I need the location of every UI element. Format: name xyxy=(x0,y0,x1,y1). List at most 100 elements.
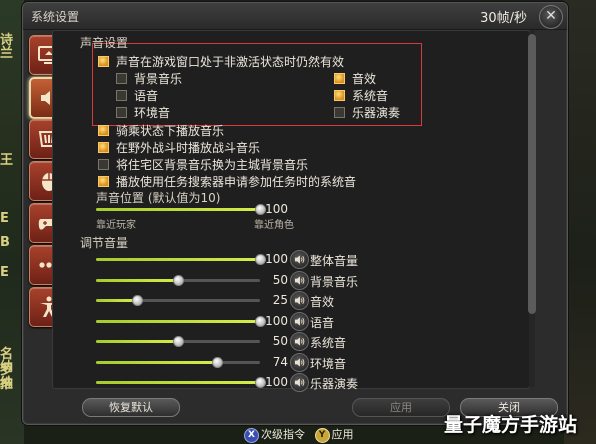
close-icon[interactable]: ✕ xyxy=(539,5,563,29)
slider-value: 100 xyxy=(265,252,288,266)
slider-track[interactable] xyxy=(96,356,260,368)
checkbox-unchecked[interactable] xyxy=(116,107,127,118)
field-battle-music-checkbox[interactable]: 在野外战斗时播放战斗音乐 xyxy=(98,139,260,156)
sound-settings-heading: 声音设置 xyxy=(80,36,129,50)
mute-toggle[interactable] xyxy=(290,291,309,310)
slider-label: 整体音量 xyxy=(310,254,359,268)
speaker-icon xyxy=(294,296,305,305)
y-button-icon: Y xyxy=(314,427,330,443)
controller-hint-bar: X 次级指令 Y 应用 xyxy=(244,426,354,443)
slider-fill xyxy=(96,381,260,384)
background-text: 诗兰 xyxy=(0,33,14,61)
volume-slider-row[interactable]: 100 语音 xyxy=(96,311,416,331)
checkbox-checked[interactable] xyxy=(98,125,109,136)
mute-toggle[interactable] xyxy=(290,311,309,331)
inactive-voice-checkbox[interactable]: 语音 xyxy=(116,87,158,104)
background-scene-left: 诗兰 王 E B E 名纳 罗纳 推 xyxy=(0,0,24,444)
background-scene-right xyxy=(564,0,596,444)
slider-track[interactable] xyxy=(96,254,266,265)
speaker-icon xyxy=(294,255,305,264)
x-button-icon: X xyxy=(244,427,259,443)
speaker-icon xyxy=(294,337,305,346)
option-label: 环境音 xyxy=(134,106,171,120)
checkbox-checked[interactable] xyxy=(98,142,109,153)
volume-slider-row[interactable]: 25 音效 xyxy=(96,291,416,310)
checkbox-unchecked[interactable] xyxy=(334,107,345,118)
checkbox-unchecked[interactable] xyxy=(116,73,127,84)
slider-track[interactable] xyxy=(96,336,260,347)
inactive-window-sound-checkbox[interactable]: 声音在游戏窗口处于非激活状态时仍然有效 xyxy=(98,53,344,70)
slider-fill xyxy=(96,278,178,282)
near-character-label: 靠近角色 xyxy=(254,220,294,231)
volume-slider-row[interactable]: 100 整体音量 xyxy=(96,250,416,269)
apply-button[interactable]: 应用 xyxy=(352,398,450,417)
slider-label: 音效 xyxy=(310,295,335,309)
volume-heading: 调节音量 xyxy=(80,236,129,250)
speaker-icon xyxy=(294,357,305,367)
option-label: 系统音 xyxy=(352,89,389,103)
checkbox-unchecked[interactable] xyxy=(116,90,127,101)
slider-label: 语音 xyxy=(310,315,335,330)
checkbox-checked[interactable] xyxy=(334,73,345,84)
option-label: 背景音乐 xyxy=(134,72,183,86)
checkbox-checked[interactable] xyxy=(98,56,109,67)
checkbox-checked[interactable] xyxy=(98,176,109,187)
title-bar: 系统设置 30帧/秒 ✕ xyxy=(23,3,567,30)
inactive-system-sound-checkbox[interactable]: 系统音 xyxy=(334,87,388,104)
inactive-bgm-checkbox[interactable]: 背景音乐 xyxy=(116,70,182,87)
slider-track[interactable] xyxy=(96,377,266,388)
option-label: 音效 xyxy=(352,72,377,86)
volume-slider-row[interactable]: 50 系统音 xyxy=(96,332,416,351)
option-label: 声音在游戏窗口处于非激活状态时仍然有效 xyxy=(116,55,345,69)
slider-track[interactable] xyxy=(96,295,260,306)
slider-value: 25 xyxy=(272,293,288,307)
slider-label: 环境音 xyxy=(310,356,347,371)
mute-toggle[interactable] xyxy=(290,373,309,392)
option-label: 播放使用任务搜索器申请参加任务时的系统音 xyxy=(116,175,357,189)
slider-value: 100 xyxy=(265,375,288,389)
option-label: 乐器演奏 xyxy=(352,106,401,120)
mute-toggle[interactable] xyxy=(290,332,309,351)
restore-defaults-button[interactable]: 恢复默认 xyxy=(82,398,180,417)
mute-toggle[interactable] xyxy=(290,270,309,290)
slider-track[interactable] xyxy=(96,315,266,327)
mount-music-checkbox[interactable]: 骑乘状态下播放音乐 xyxy=(98,122,224,139)
speaker-icon xyxy=(294,316,305,326)
slider-track[interactable] xyxy=(96,204,266,215)
inactive-sfx-checkbox[interactable]: 音效 xyxy=(334,70,376,87)
site-watermark: 量子魔方手游站 xyxy=(444,414,578,436)
background-text: B xyxy=(0,235,10,250)
slider-handle[interactable] xyxy=(132,295,143,306)
mute-toggle[interactable] xyxy=(290,352,309,372)
slider-track[interactable] xyxy=(96,274,260,286)
slider-value: 50 xyxy=(272,334,288,348)
option-label: 骑乘状态下播放音乐 xyxy=(116,124,225,138)
checkbox-checked[interactable] xyxy=(334,90,345,101)
checkbox-unchecked[interactable] xyxy=(98,159,109,170)
slider-label: 系统音 xyxy=(310,336,347,350)
speaker-icon xyxy=(294,275,305,285)
slider-handle[interactable] xyxy=(173,274,184,286)
housing-bgm-checkbox[interactable]: 将住宅区背景音乐换为主城背景音乐 xyxy=(98,156,308,173)
hint-label: 次级指令 xyxy=(261,428,305,441)
slider-value: 74 xyxy=(272,354,288,369)
duty-finder-sound-checkbox[interactable]: 播放使用任务搜索器申请参加任务时的系统音 xyxy=(98,173,356,190)
slider-handle[interactable] xyxy=(173,336,184,347)
volume-slider-row[interactable]: 50 背景音乐 xyxy=(96,270,416,290)
inactive-ambient-checkbox[interactable]: 环境音 xyxy=(116,104,170,121)
slider-fill xyxy=(96,319,260,323)
slider-handle[interactable] xyxy=(212,356,224,368)
volume-slider-row[interactable]: 74 环境音 xyxy=(96,352,416,372)
slider-fill xyxy=(96,208,260,211)
slider-label: 乐器演奏 xyxy=(310,377,359,391)
mute-toggle[interactable] xyxy=(290,250,309,269)
slider-fill xyxy=(96,258,260,261)
scrollbar-thumb[interactable] xyxy=(528,34,536,314)
speaker-icon xyxy=(294,378,305,387)
background-text: 王 xyxy=(0,153,14,168)
volume-slider-row[interactable]: 100 乐器演奏 xyxy=(96,373,416,392)
slider-value: 100 xyxy=(265,202,288,216)
option-label: 将住宅区背景音乐换为主城背景音乐 xyxy=(116,158,309,172)
background-text: E xyxy=(0,265,9,280)
inactive-performance-checkbox[interactable]: 乐器演奏 xyxy=(334,104,400,121)
